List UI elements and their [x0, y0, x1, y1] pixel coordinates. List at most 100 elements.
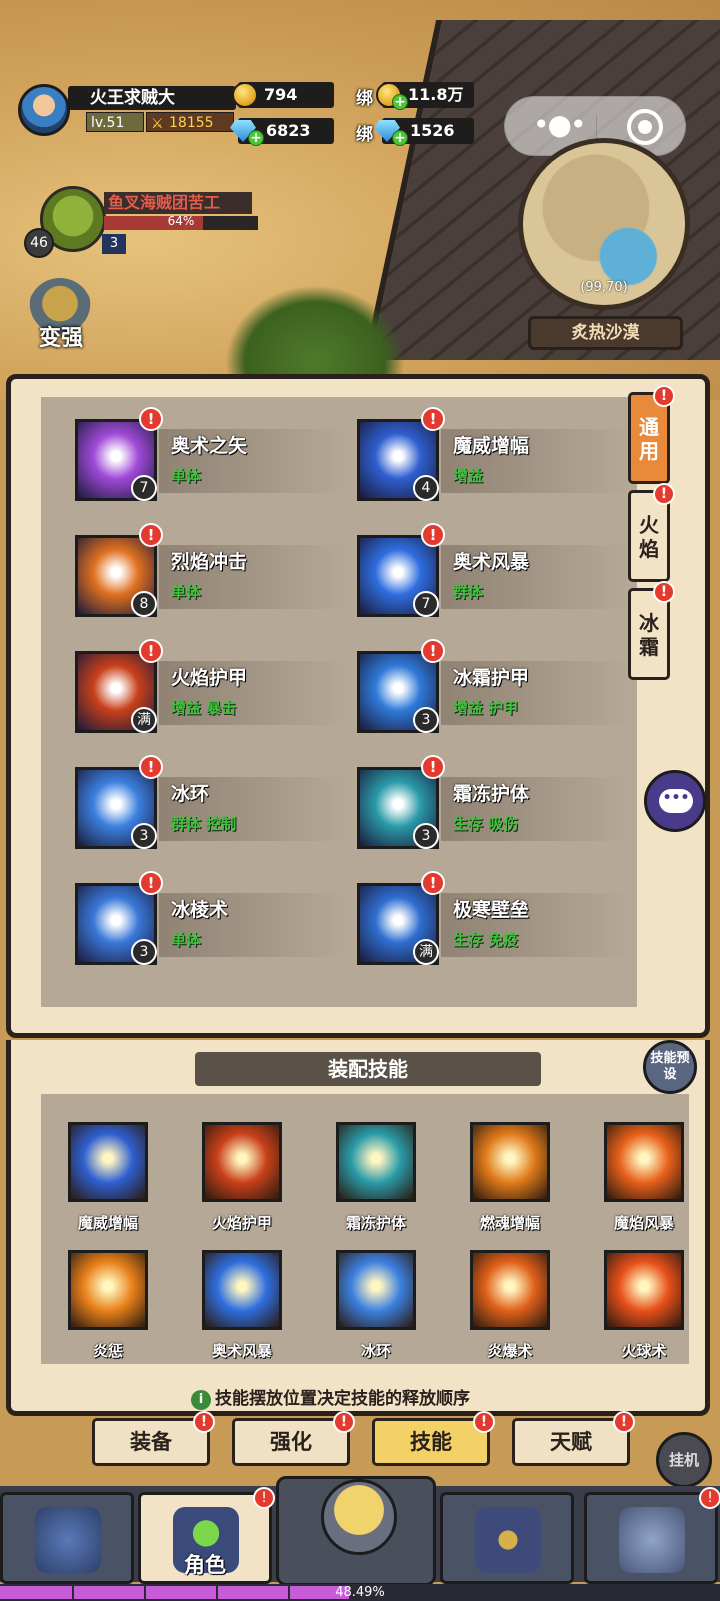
skill-alert: !	[139, 523, 163, 547]
player-name: 火王求贼大	[68, 86, 236, 110]
skill-item[interactable]: 满! 火焰护甲 增益 暴击	[75, 639, 365, 747]
skill-tags: 增益	[453, 467, 484, 485]
chat-bubble-icon: •••	[659, 789, 693, 813]
placement-hint-text: 技能摆放位置决定技能的释放顺序	[215, 1389, 470, 1409]
skill-info: 冰环 群体 控制	[159, 777, 347, 841]
nav-chest-button[interactable]	[440, 1492, 574, 1584]
skill-item[interactable]: 3! 霜冻护体 生存 吸伤	[357, 755, 637, 863]
sub-tab[interactable]: 装备!	[92, 1411, 215, 1466]
skill-item[interactable]: 4! 魔威增幅 增益	[357, 407, 637, 515]
category-tab[interactable]: 冰霜!	[628, 581, 675, 680]
skill-item[interactable]: 3! 冰棱术 单体	[75, 871, 365, 979]
equipped-skill-slot[interactable]: 火球术	[587, 1250, 697, 1374]
sub-tab[interactable]: 技能!	[372, 1411, 495, 1466]
skill-level: 3	[413, 707, 439, 733]
skill-panel: 7! 奥术之矢 单体 4! 魔威增幅 增益 8! 烈焰冲击 单体 7! 奥术风暴 群体满! 火焰护甲 增益…	[6, 374, 710, 1038]
nav-stone-button[interactable]	[0, 1492, 134, 1584]
skill-name: 冰环	[171, 783, 210, 805]
quest-progress-text: 64%	[167, 214, 195, 228]
player-info[interactable]: 火王求贼大 lv.51 ⚔ 18155	[18, 84, 236, 140]
castle-icon	[619, 1507, 685, 1573]
add-bound-gem-icon[interactable]: +	[392, 130, 408, 146]
nav-role-alert: !	[253, 1487, 275, 1509]
skill-tags: 增益 暴击	[171, 699, 237, 717]
skill-preset-button[interactable]: 技能预设	[643, 1040, 697, 1094]
gold-counter[interactable]: 794	[232, 82, 334, 108]
sub-tab-label: 装备	[130, 1430, 172, 1454]
minimap[interactable]: (99,70)	[518, 138, 690, 310]
sub-tab[interactable]: 强化!	[232, 1411, 355, 1466]
player-power-value: 18155	[169, 115, 214, 131]
skill-item[interactable]: 3! 冰环 群体 控制	[75, 755, 365, 863]
equipped-skill-slot[interactable]: 奥术风暴	[185, 1250, 295, 1374]
skill-level: 3	[131, 823, 157, 849]
skill-item[interactable]: 7! 奥术之矢 单体	[75, 407, 365, 515]
bound-gold-counter[interactable]: + 11.8万	[376, 82, 474, 110]
equipped-skill-slot[interactable]: 魔焰风暴	[587, 1122, 697, 1246]
add-bound-gold-icon[interactable]: +	[392, 94, 408, 110]
equipped-skill-slot[interactable]: 炎惩	[51, 1250, 161, 1374]
sword-icon: ⚔	[151, 116, 164, 132]
skill-level: 满	[413, 939, 439, 965]
player-level: lv.51	[86, 112, 144, 132]
equipped-skill-icon	[68, 1122, 148, 1202]
equipped-skill-icon	[604, 1250, 684, 1330]
skill-level: 4	[413, 475, 439, 501]
nav-role-button[interactable]: 角色 !	[138, 1487, 275, 1584]
skill-name: 奥术之矢	[171, 435, 248, 457]
equipped-skill-slot[interactable]: 霜冻护体	[319, 1122, 429, 1246]
equipped-skill-icon	[470, 1122, 550, 1202]
sub-tab-alert: !	[613, 1411, 635, 1433]
skill-item[interactable]: 7! 奥术风暴 群体	[357, 523, 637, 631]
skill-item[interactable]: 3! 冰霜护甲 增益 护甲	[357, 639, 637, 747]
skill-list[interactable]: 7! 奥术之矢 单体 4! 魔威增幅 增益 8! 烈焰冲击 单体 7! 奥术风暴 群体满! 火焰护甲 增益…	[41, 397, 637, 1007]
nav-castle-button[interactable]: !	[584, 1487, 720, 1584]
equipped-skill-name: 冰环	[360, 1342, 391, 1360]
treasure-chest-icon	[475, 1507, 541, 1573]
close-target-icon[interactable]	[627, 109, 663, 145]
bound-gold-label: 绑	[356, 89, 373, 109]
category-tab[interactable]: 通用!	[628, 385, 675, 484]
equipped-skill-slot[interactable]: 燃魂增幅	[453, 1122, 563, 1246]
skill-info: 魔威增幅 增益	[441, 429, 629, 493]
skill-info: 奥术之矢 单体	[159, 429, 347, 493]
more-options-icon[interactable]: •●•	[533, 111, 586, 139]
equipped-skill-grid: 魔威增幅 火焰护甲 霜冻护体 燃魂增幅 魔焰风暴 炎惩 奥术风暴 冰环 炎爆术 火球术	[41, 1094, 689, 1364]
equipped-skill-slot[interactable]: 冰环	[319, 1250, 429, 1374]
sub-tab-label: 技能	[410, 1430, 452, 1454]
skill-alert: !	[421, 871, 445, 895]
equipped-skill-slot[interactable]: 魔威增幅	[51, 1122, 161, 1246]
idle-button[interactable]: 挂机	[656, 1432, 712, 1488]
skill-level: 8	[131, 591, 157, 617]
add-gem-icon[interactable]: +	[248, 130, 264, 146]
gold-coin-icon	[232, 82, 258, 108]
skill-item[interactable]: 满! 极寒壁垒 生存 免疫	[357, 871, 637, 979]
skill-tags: 单体	[171, 931, 202, 949]
skill-item[interactable]: 8! 烈焰冲击 单体	[75, 523, 365, 631]
equipped-skills-title: 装配技能	[195, 1052, 541, 1086]
category-tab-label: 火焰	[639, 513, 659, 561]
equipped-skill-slot[interactable]: 炎爆术	[453, 1250, 563, 1374]
equipped-skill-icon	[202, 1250, 282, 1330]
category-tab[interactable]: 火焰!	[628, 483, 675, 582]
skill-tags: 生存 免疫	[453, 931, 519, 949]
chat-button[interactable]: •••	[644, 770, 706, 832]
skill-tags: 单体	[171, 467, 202, 485]
placement-hint: i 技能摆放位置决定技能的释放顺序	[191, 1384, 470, 1410]
exp-progress-bar: 48.49%	[0, 1584, 720, 1601]
skill-alert: !	[421, 755, 445, 779]
equipped-skill-slot[interactable]: 火焰护甲	[185, 1122, 295, 1246]
gem-counter[interactable]: + 6823	[230, 118, 334, 146]
category-tab-label: 冰霜	[639, 611, 659, 659]
boost-label[interactable]: 变强	[30, 320, 92, 352]
bound-gem-counter[interactable]: + 1526	[374, 118, 474, 146]
skill-info: 冰棱术 单体	[159, 893, 347, 957]
sub-tab-label: 天赋	[550, 1430, 592, 1454]
player-avatar[interactable]	[18, 84, 70, 136]
nav-battle-button[interactable]	[276, 1476, 436, 1586]
sub-tab[interactable]: 天赋!	[512, 1411, 635, 1466]
quest-title[interactable]: 鱼叉海贼团苦工	[104, 192, 252, 214]
minimap-coordinates: (99,70)	[580, 280, 628, 295]
equipped-skill-name: 奥术风暴	[211, 1342, 272, 1360]
exp-progress-text: 48.49%	[335, 1585, 385, 1600]
